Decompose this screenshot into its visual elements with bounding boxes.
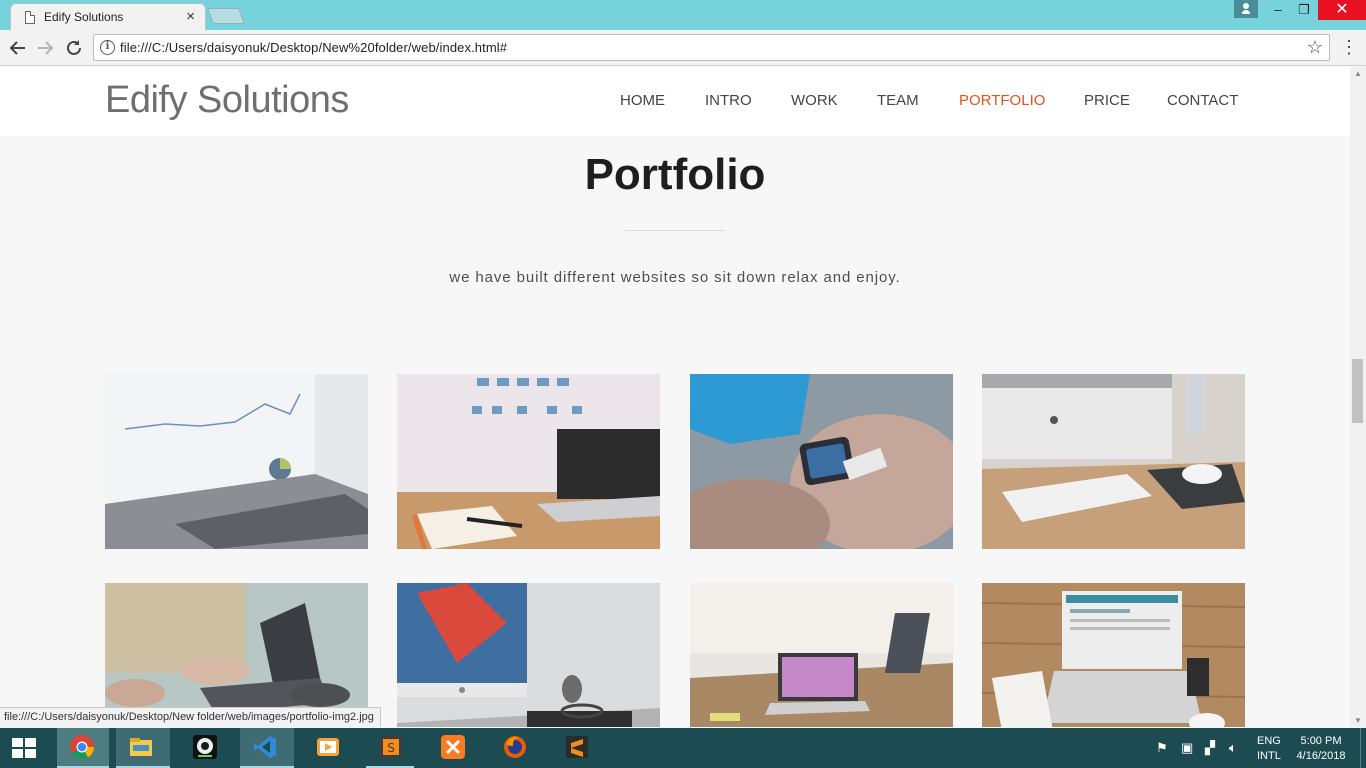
input-language[interactable]: ENG INTL [1257, 734, 1281, 764]
new-tab-button[interactable] [207, 8, 245, 24]
portfolio-image-3[interactable] [690, 374, 953, 549]
lang-line-1: ENG [1257, 735, 1281, 747]
taskbar-file-explorer[interactable] [116, 728, 170, 768]
taskbar-webcam[interactable] [180, 728, 228, 768]
clock-time: 5:00 PM [1300, 735, 1342, 747]
nav-link-home[interactable]: HOME [620, 92, 665, 109]
portfolio-title: Portfolio [584, 150, 766, 199]
reload-icon[interactable] [62, 36, 86, 60]
portfolio-image-8[interactable] [982, 583, 1245, 727]
visual-studio-code-icon [254, 736, 276, 758]
portfolio-image-6[interactable] [397, 583, 660, 727]
status-url-bubble: file:///C:/Users/daisyonuk/Desktop/New f… [0, 707, 381, 727]
sublime-text-icon [566, 736, 588, 758]
star-icon[interactable]: ☆ [1307, 37, 1323, 58]
portfolio-image-4[interactable] [982, 374, 1245, 549]
show-desktop-button[interactable] [1360, 728, 1366, 768]
webcam-icon [193, 735, 217, 759]
scroll-down-arrow-icon[interactable]: ▼ [1354, 716, 1362, 725]
firefox-icon [504, 736, 526, 758]
tab-close-icon[interactable]: × [186, 8, 195, 25]
lang-line-2: INTL [1257, 750, 1281, 762]
browser-tab[interactable]: Edify Solutions × [10, 3, 206, 30]
profile-icon[interactable] [1234, 0, 1258, 18]
scroll-up-arrow-icon[interactable]: ▲ [1354, 69, 1362, 78]
sublime-text-icon: S [380, 736, 402, 758]
title-divider [625, 230, 725, 231]
nav-link-price[interactable]: PRICE [1084, 92, 1130, 109]
forward-arrow-icon[interactable] [33, 36, 57, 60]
maximize-button[interactable]: ❐ [1290, 0, 1318, 20]
portfolio-image-1[interactable] [105, 374, 368, 549]
url-text[interactable]: file:///C:/Users/daisyonuk/Desktop/New%2… [120, 40, 507, 55]
taskbar-clock[interactable]: 5:00 PM 4/16/2018 [1290, 734, 1352, 764]
xampp-icon [441, 735, 465, 759]
svg-text:S: S [387, 741, 395, 755]
volume-icon[interactable]: 🔈︎ [1229, 740, 1237, 756]
taskbar-vscode[interactable] [240, 728, 294, 768]
clock-date: 4/16/2018 [1296, 750, 1346, 762]
menu-icon[interactable]: ⋮ [1340, 36, 1358, 60]
portfolio-subtitle: we have built different websites so sit … [449, 269, 901, 286]
windows-start-icon [12, 738, 36, 758]
browser-toolbar: i file:///C:/Users/daisyonuk/Desktop/New… [0, 30, 1366, 66]
flag-icon[interactable]: ⚑ [1156, 740, 1168, 756]
windows-start-button[interactable] [0, 728, 48, 768]
portfolio-image-5[interactable] [105, 583, 368, 727]
page-viewport: Edify Solutions HOME INTRO WORK TEAM POR… [0, 67, 1350, 727]
close-window-button[interactable]: ✕ [1318, 0, 1366, 20]
taskbar-media-player[interactable] [303, 728, 351, 768]
network-icon[interactable]: ▣ [1181, 740, 1193, 756]
site-header: Edify Solutions HOME INTRO WORK TEAM POR… [0, 67, 1350, 136]
windows-taskbar: S ⚑ ▣ ▞ 🔈︎ ENG INTL 5:00 PM 4/16/2018 [0, 728, 1366, 768]
back-arrow-icon[interactable] [6, 36, 30, 60]
taskbar-sublime-text[interactable]: S [366, 728, 414, 768]
wifi-icon[interactable]: ▞ [1205, 740, 1215, 756]
nav-link-portfolio[interactable]: PORTFOLIO [959, 92, 1045, 109]
document-icon [25, 11, 35, 24]
nav-link-intro[interactable]: INTRO [705, 92, 752, 109]
address-bar[interactable]: i file:///C:/Users/daisyonuk/Desktop/New… [93, 34, 1330, 61]
taskbar-firefox[interactable] [490, 728, 538, 768]
nav-link-contact[interactable]: CONTACT [1167, 92, 1238, 109]
info-icon[interactable]: i [100, 40, 115, 55]
file-explorer-icon [130, 738, 152, 756]
page-scrollbar[interactable]: ▲ ▼ [1350, 67, 1366, 727]
taskbar-sublime-text-2[interactable] [552, 728, 600, 768]
nav-link-team[interactable]: TEAM [877, 92, 919, 109]
taskbar-xampp[interactable] [428, 728, 476, 768]
media-player-icon [317, 738, 339, 756]
nav-link-work[interactable]: WORK [791, 92, 838, 109]
portfolio-image-7[interactable] [690, 583, 953, 727]
tab-title: Edify Solutions [44, 10, 124, 24]
chrome-icon [70, 735, 94, 760]
taskbar-chrome[interactable] [57, 728, 109, 768]
site-brand[interactable]: Edify Solutions [105, 79, 349, 122]
minimize-button[interactable]: – [1264, 0, 1292, 20]
browser-title-bar: Edify Solutions × – ❐ ✕ [0, 0, 1366, 30]
portfolio-image-2[interactable] [397, 374, 660, 549]
scrollbar-thumb[interactable] [1352, 359, 1363, 423]
